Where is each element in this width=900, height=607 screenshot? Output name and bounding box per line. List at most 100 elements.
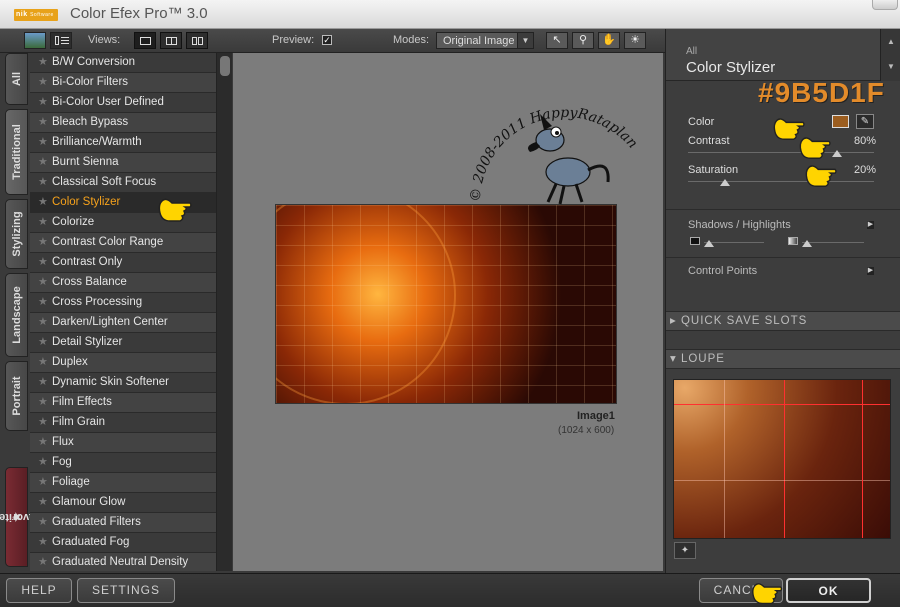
pointer-tool-icon[interactable]: ↖	[546, 32, 568, 49]
filter-item[interactable]: ★ Dynamic Skin Softener	[30, 373, 216, 393]
filter-item[interactable]: ★ Film Grain	[30, 413, 216, 433]
favorite-star-icon[interactable]: ★	[38, 93, 48, 112]
tab-all[interactable]: All	[5, 53, 28, 105]
tab-landscape[interactable]: Landscape	[5, 273, 28, 357]
favorite-star-icon[interactable]: ★	[38, 393, 48, 412]
chevron-down-icon: ▾	[670, 353, 681, 365]
loupe-section[interactable]: ▾ LOUPE	[666, 349, 900, 369]
expand-arrow-icon[interactable]: ▶	[867, 267, 874, 275]
quick-save-slots-section[interactable]: ▸ QUICK SAVE SLOTS	[666, 311, 900, 331]
favorite-star-icon[interactable]: ★	[38, 273, 48, 292]
filter-item[interactable]: ★ Classical Soft Focus	[30, 173, 216, 193]
favorite-star-icon[interactable]: ★	[38, 513, 48, 532]
tab-favorites[interactable]: ★ Favorites	[0, 467, 41, 567]
list-view-icon[interactable]	[50, 32, 72, 49]
filter-item[interactable]: ★ Glamour Glow	[30, 493, 216, 513]
favorite-star-icon[interactable]: ★	[38, 333, 48, 352]
favorite-star-icon[interactable]: ★	[38, 493, 48, 512]
filter-item[interactable]: ★ Graduated Fog	[30, 533, 216, 553]
saturation-slider-thumb[interactable]	[720, 179, 731, 186]
filter-item[interactable]: ★ Burnt Sienna	[30, 153, 216, 173]
filter-item[interactable]: ★ Darken/Lighten Center	[30, 313, 216, 333]
saturation-slider[interactable]	[688, 181, 874, 182]
settings-button[interactable]: SETTINGS	[77, 578, 175, 603]
favorite-star-icon[interactable]: ★	[38, 473, 48, 492]
filter-header-scroller[interactable]: ▲ ▼	[880, 29, 900, 81]
filter-item[interactable]: ★ Film Effects	[30, 393, 216, 413]
filter-item[interactable]: ★ Detail Stylizer	[30, 333, 216, 353]
lightbulb-tool-icon[interactable]: ☀	[624, 32, 646, 49]
favorite-star-icon[interactable]: ★	[38, 173, 48, 192]
favorite-star-icon[interactable]: ★	[38, 53, 48, 72]
filter-item[interactable]: ★ Bi-Color Filters	[30, 73, 216, 93]
favorite-star-icon[interactable]: ★	[38, 193, 48, 212]
filter-item[interactable]: ★ Duplex	[30, 353, 216, 373]
split-view-button[interactable]	[160, 32, 182, 49]
favorite-star-icon[interactable]: ★	[38, 113, 48, 132]
filter-item[interactable]: ★ Fog	[30, 453, 216, 473]
filter-item-label: Graduated Fog	[52, 536, 130, 548]
chevron-right-icon: ▸	[670, 315, 681, 327]
scrollbar-thumb[interactable]	[220, 56, 230, 76]
filter-item[interactable]: ★ Graduated Filters	[30, 513, 216, 533]
filter-item[interactable]: ★ Bi-Color User Defined	[30, 93, 216, 113]
filter-item[interactable]: ★ Graduated Neutral Density	[30, 553, 216, 571]
single-view-button[interactable]	[134, 32, 156, 49]
chevron-up-icon[interactable]: ▲	[881, 37, 900, 46]
preview-image[interactable]	[275, 204, 617, 404]
favorite-star-icon[interactable]: ★	[38, 293, 48, 312]
filter-item-label: Bi-Color Filters	[52, 76, 129, 88]
eyedropper-icon[interactable]: ✎	[856, 114, 874, 129]
favorite-star-icon[interactable]: ★	[38, 433, 48, 452]
filter-item-label: Foliage	[52, 476, 90, 488]
favorite-star-icon[interactable]: ★	[38, 353, 48, 372]
contrast-slider[interactable]	[688, 152, 874, 153]
filter-item[interactable]: ★ Brilliance/Warmth	[30, 133, 216, 153]
ok-button[interactable]: OK	[786, 578, 871, 603]
filter-item[interactable]: ★ Cross Balance	[30, 273, 216, 293]
pin-loupe-icon[interactable]: ✦	[674, 542, 696, 559]
filter-item-label: Contrast Only	[52, 256, 123, 268]
favorite-star-icon[interactable]: ★	[38, 453, 48, 472]
window-close-button[interactable]	[872, 0, 898, 10]
divider	[666, 257, 900, 258]
filter-item[interactable]: ★ Flux	[30, 433, 216, 453]
favorite-star-icon[interactable]: ★	[38, 73, 48, 92]
thumbnail-view-icon[interactable]	[24, 32, 46, 49]
tab-traditional[interactable]: Traditional	[5, 109, 28, 195]
tab-stylizing[interactable]: Stylizing	[5, 199, 28, 269]
favorite-star-icon[interactable]: ★	[38, 313, 48, 332]
expand-arrow-icon[interactable]: ▶	[867, 221, 874, 229]
color-swatch[interactable]	[832, 115, 849, 128]
favorite-star-icon[interactable]: ★	[38, 133, 48, 152]
favorite-star-icon[interactable]: ★	[38, 253, 48, 272]
modes-select[interactable]: Original Image ▼	[436, 32, 534, 49]
favorite-star-icon[interactable]: ★	[38, 553, 48, 571]
favorite-star-icon[interactable]: ★	[38, 213, 48, 232]
loupe-view[interactable]	[673, 379, 891, 539]
filter-item[interactable]: ★ B/W Conversion	[30, 53, 216, 73]
zoom-tool-icon[interactable]: ⚲	[572, 32, 594, 49]
side-by-side-view-button[interactable]	[186, 32, 208, 49]
highlights-slider-thumb[interactable]	[802, 240, 812, 247]
shadows-slider-thumb[interactable]	[704, 240, 714, 247]
tab-portrait[interactable]: Portrait	[5, 361, 28, 431]
filter-item[interactable]: ★ Cross Processing	[30, 293, 216, 313]
filter-item[interactable]: ★ Foliage	[30, 473, 216, 493]
preview-checkbox[interactable]: ✓	[322, 35, 332, 45]
filter-title: Color Stylizer	[686, 59, 776, 76]
saturation-label: Saturation	[688, 164, 739, 176]
filter-item[interactable]: ★ Bleach Bypass	[30, 113, 216, 133]
favorite-star-icon[interactable]: ★	[38, 413, 48, 432]
shadows-highlights-label: Shadows / Highlights	[688, 219, 791, 231]
favorite-star-icon[interactable]: ★	[38, 233, 48, 252]
filter-list-scrollbar[interactable]	[216, 53, 232, 571]
hand-tool-icon[interactable]: ✋	[598, 32, 620, 49]
favorite-star-icon[interactable]: ★	[38, 533, 48, 552]
filter-item[interactable]: ★ Contrast Only	[30, 253, 216, 273]
help-button[interactable]: HELP	[6, 578, 72, 603]
favorite-star-icon[interactable]: ★	[38, 153, 48, 172]
chevron-down-icon[interactable]: ▼	[881, 62, 900, 71]
favorite-star-icon[interactable]: ★	[38, 373, 48, 392]
filter-item[interactable]: ★ Contrast Color Range	[30, 233, 216, 253]
